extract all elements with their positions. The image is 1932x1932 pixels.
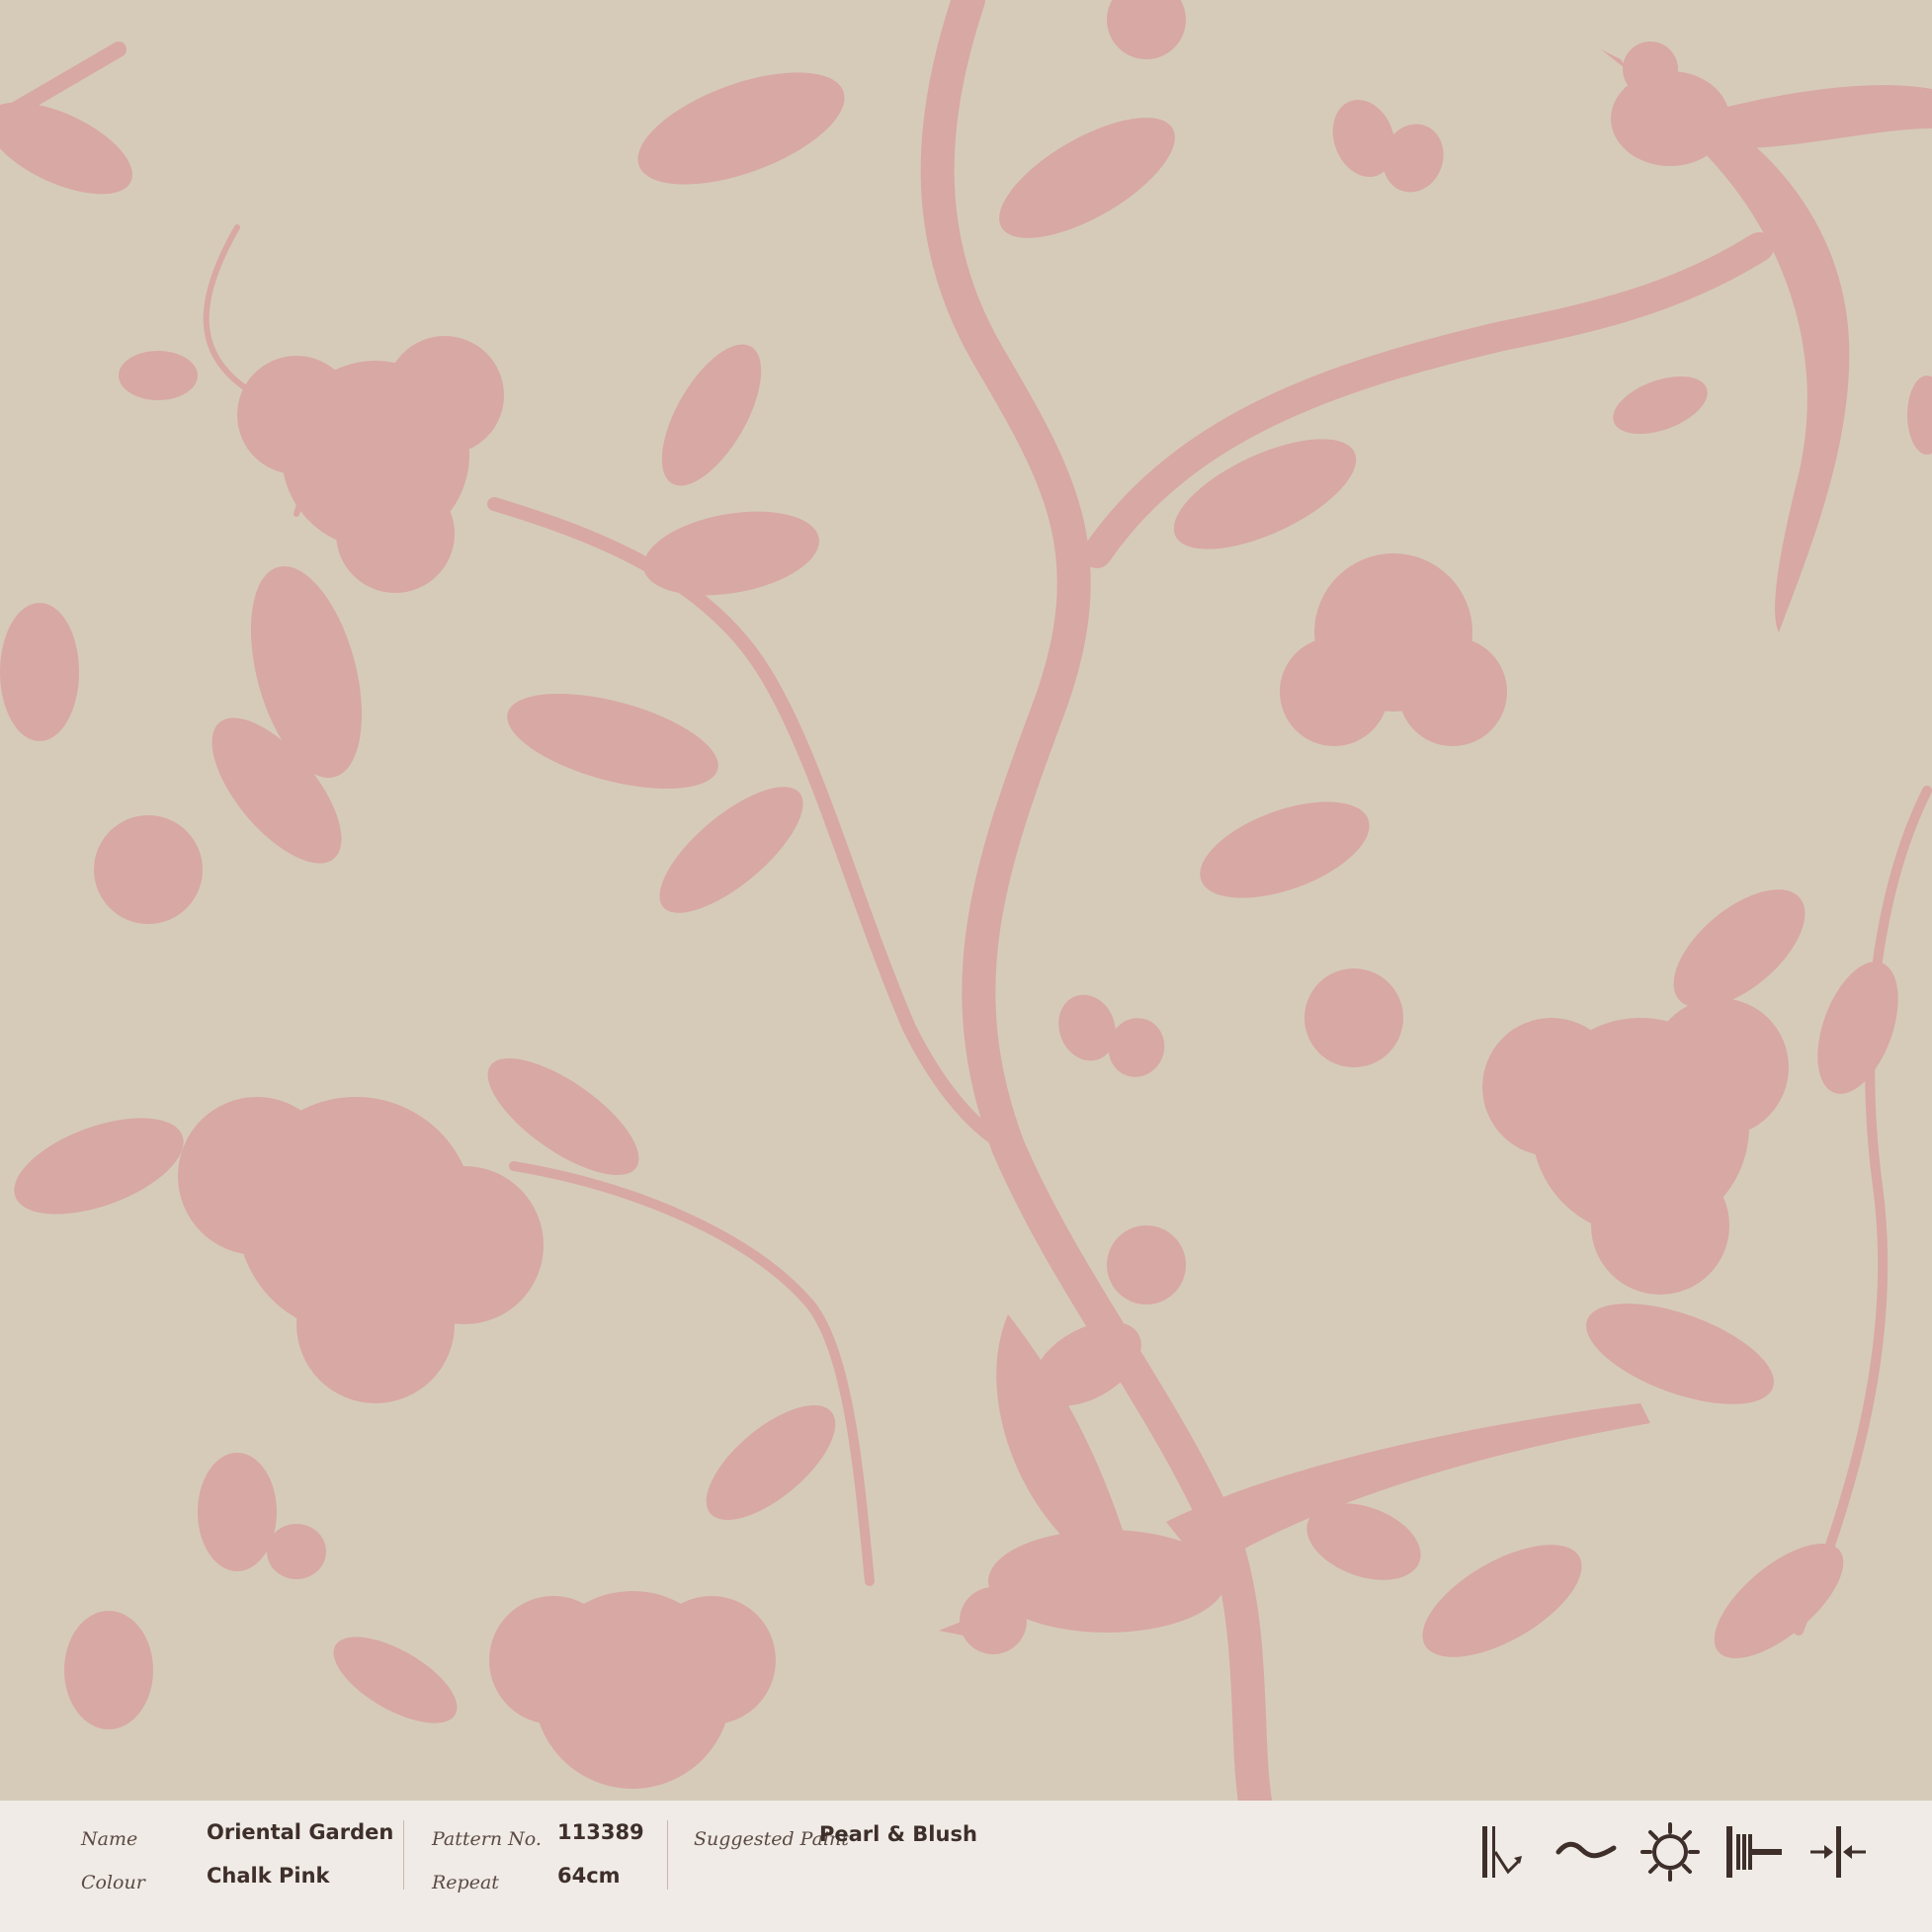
light-fastness-icon (1638, 1820, 1702, 1884)
colour-label: Colour (81, 1872, 145, 1893)
repeat-label: Repeat (432, 1872, 499, 1893)
name-label: Name (81, 1828, 138, 1850)
bird-upper-right (1601, 42, 1932, 632)
pattern-number-value: 113389 (557, 1820, 644, 1844)
lower-left-branch (509, 1161, 875, 1586)
wallpaper-pattern (0, 0, 1932, 1801)
divider (667, 1820, 668, 1890)
straight-match-icon (1470, 1820, 1534, 1884)
butterfly-top (1332, 100, 1444, 193)
colour-value: Chalk Pink (207, 1864, 330, 1888)
wallpaper-sample: Name Oriental Garden Colour Chalk Pink P… (0, 0, 1932, 1932)
peony-upper-left (237, 336, 504, 593)
product-info-bar: Name Oriental Garden Colour Chalk Pink P… (0, 1801, 1932, 1932)
butt-join-icon (1806, 1820, 1870, 1884)
pattern-number-label: Pattern No. (432, 1828, 542, 1850)
suggested-paint-value: Pearl & Blush (819, 1822, 977, 1846)
right-vine (1794, 786, 1932, 1636)
repeat-value: 64cm (557, 1864, 621, 1888)
peony-lower-left (178, 1097, 544, 1403)
peony-bottom-center (489, 1591, 776, 1789)
peony-right (1482, 998, 1789, 1295)
floral-pattern-illustration (0, 0, 1932, 1801)
butterfly-center (1058, 994, 1165, 1077)
divider (403, 1820, 404, 1890)
name-value: Oriental Garden (207, 1820, 394, 1844)
spongeable-icon (1554, 1820, 1618, 1884)
paste-the-wall-icon (1722, 1820, 1786, 1884)
peony-center-right (1280, 553, 1507, 746)
